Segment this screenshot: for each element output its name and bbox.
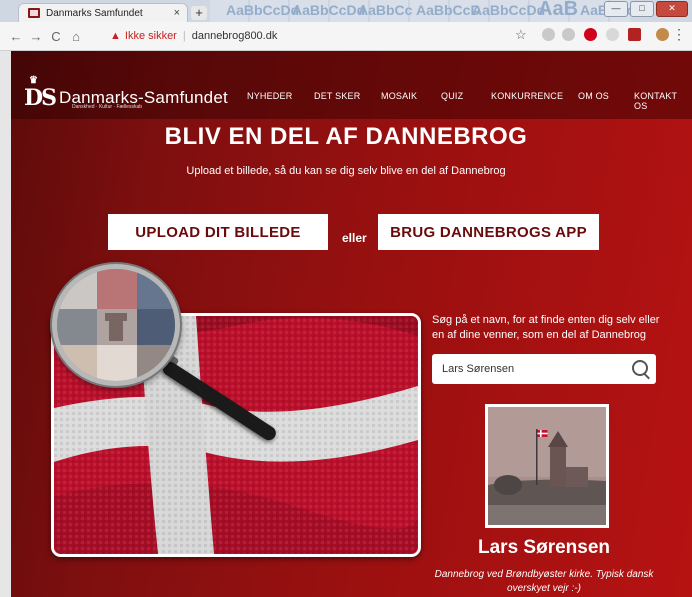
- window-controls: — □ ✕: [604, 1, 688, 17]
- nav-nyheder[interactable]: NYHEDER: [247, 91, 292, 101]
- tab-close-icon[interactable]: ×: [174, 7, 180, 19]
- title-bar: AaBbCcDd AaBbCcDd AaBbCc AaBbCcD AaBbCcD…: [0, 0, 692, 22]
- ghost-text: AaB: [538, 0, 579, 20]
- window-edge: [0, 51, 11, 597]
- ghost-text: AaBbCcDd: [292, 2, 366, 18]
- nav-kontakt-os[interactable]: KONTAKT OS: [634, 91, 692, 111]
- close-window-button[interactable]: ✕: [656, 1, 688, 17]
- page-content: ♛ DS Danmarks-Samfundet Danskhed · Kultur…: [0, 51, 692, 597]
- extension-icon[interactable]: [606, 28, 619, 41]
- new-tab-button[interactable]: +: [191, 6, 207, 20]
- favicon-icon: [28, 8, 40, 18]
- nav-det-sker[interactable]: DET SKER: [314, 91, 360, 101]
- warning-icon: ▲: [110, 30, 121, 42]
- insecure-label[interactable]: Ikke sikker: [125, 30, 177, 42]
- name-search-box[interactable]: [432, 354, 656, 384]
- nav-mosaik[interactable]: MOSAIK: [381, 91, 417, 101]
- magnified-tiles: [57, 269, 175, 381]
- result-photo[interactable]: [485, 404, 609, 528]
- ghost-text: AaBbCcDd: [226, 2, 300, 18]
- use-app-button[interactable]: BRUG DANNEBROGS APP: [378, 214, 599, 250]
- ghost-text: AaBbCcDd: [472, 2, 546, 18]
- home-button[interactable]: ⌂: [66, 29, 86, 44]
- address-bar[interactable]: ▲ Ikke sikker | dannebrog800.dk: [110, 26, 532, 46]
- nav-om-os[interactable]: OM OS: [578, 91, 609, 101]
- name-search-input[interactable]: [442, 361, 622, 377]
- browser-tab[interactable]: Danmarks Samfundet ×: [18, 3, 188, 22]
- hero-subtitle: Upload et billede, så du kan se dig selv…: [186, 165, 506, 177]
- ghost-text: AaBbCc: [358, 2, 413, 18]
- bookmark-star-icon[interactable]: ☆: [515, 27, 527, 43]
- hero-title: BLIV EN DEL AF DANNEBROG: [164, 123, 528, 150]
- maximize-button[interactable]: □: [630, 1, 654, 17]
- crown-icon: ♛: [29, 75, 38, 86]
- tab-title: Danmarks Samfundet: [46, 7, 143, 19]
- main-navigation: NYHEDER DET SKER MOSAIK QUIZ KONKURRENCE…: [0, 91, 692, 111]
- magnifier-lens: [52, 264, 180, 386]
- extension-icon[interactable]: [542, 28, 555, 41]
- or-label: eller: [342, 231, 367, 245]
- upload-photo-button[interactable]: UPLOAD DIT BILLEDE: [108, 214, 328, 250]
- search-help-text: Søg på et navn, for at finde enten dig s…: [432, 314, 660, 341]
- browser-toolbar: ← → C ⌂ ▲ Ikke sikker | dannebrog800.dk …: [0, 22, 692, 51]
- pdf-extension-icon[interactable]: [628, 28, 641, 41]
- forward-button[interactable]: →: [26, 29, 46, 44]
- result-caption: Dannebrog ved Brøndbyøster kirke. Typisk…: [434, 569, 654, 594]
- nav-quiz[interactable]: QUIZ: [441, 91, 463, 101]
- extension-icon[interactable]: [562, 28, 575, 41]
- result-name: Lars Sørensen: [478, 537, 610, 558]
- minimize-button[interactable]: —: [604, 1, 628, 17]
- profile-avatar-icon[interactable]: [656, 28, 669, 41]
- reload-button[interactable]: C: [46, 29, 66, 44]
- separator: |: [182, 30, 186, 42]
- ghost-text: AaBbCcD: [416, 2, 481, 18]
- browser-menu-icon[interactable]: ⋮: [672, 26, 686, 43]
- search-icon[interactable]: [632, 360, 648, 376]
- nav-konkurrence[interactable]: KONKURRENCE: [491, 91, 563, 101]
- opera-extension-icon[interactable]: [584, 28, 597, 41]
- back-button[interactable]: ←: [6, 29, 26, 44]
- background-window-ghost: AaBbCcDd AaBbCcDd AaBbCc AaBbCcD AaBbCcD…: [210, 0, 653, 22]
- church-photo-graphic: [488, 407, 606, 525]
- site-header: ♛ DS Danmarks-Samfundet Danskhed · Kultur…: [0, 51, 692, 119]
- url-text[interactable]: dannebrog800.dk: [192, 30, 278, 42]
